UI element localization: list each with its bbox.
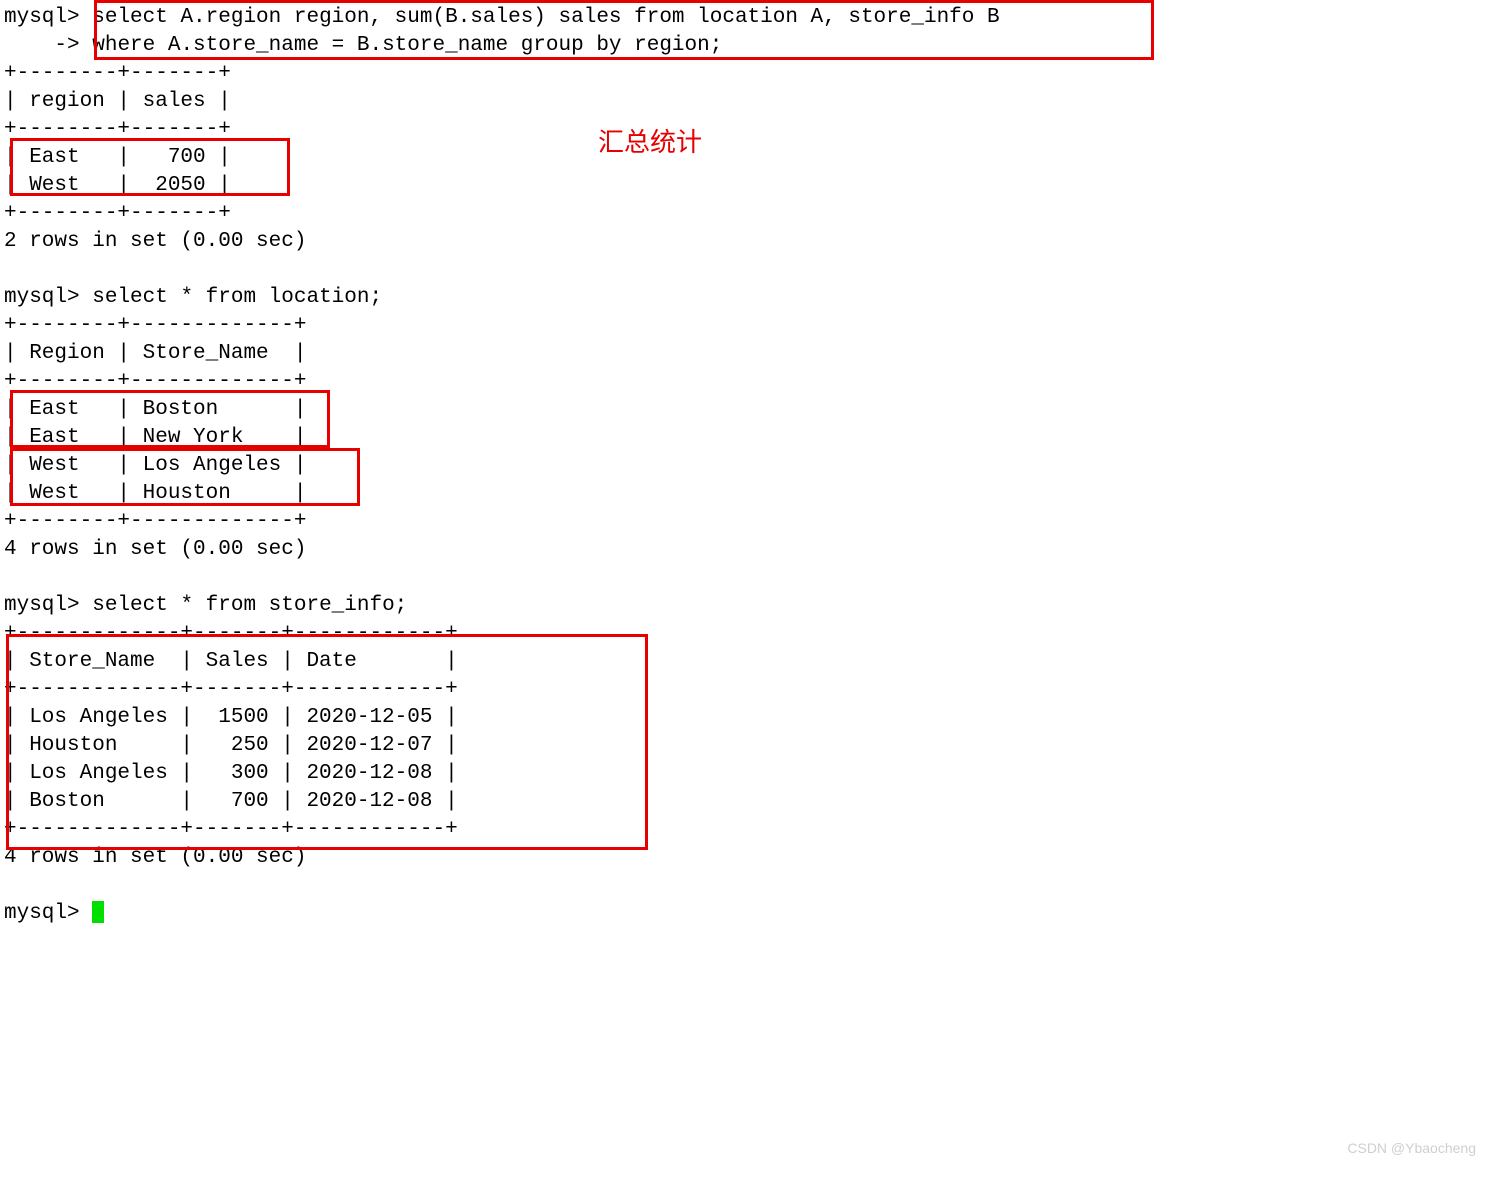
rows-footer: 2 rows in set (0.00 sec) [4, 230, 306, 253]
annotation-label: 汇总统计 [598, 128, 702, 156]
table-header: | region | sales | [4, 90, 231, 113]
watermark-text: CSDN @Ybaocheng [1347, 1134, 1476, 1162]
sql-query: select * from location; [92, 286, 382, 309]
table-header: | Region | Store_Name | [4, 342, 306, 365]
highlight-box [10, 138, 290, 196]
table-border: +--------+-------------+ [4, 510, 306, 533]
table-border: +--------+-------+ [4, 202, 231, 225]
cursor-icon[interactable] [92, 901, 104, 923]
mysql-prompt: mysql> [4, 6, 80, 29]
sql-query: select * from store_info; [92, 594, 407, 617]
highlight-box [10, 390, 330, 448]
highlight-box [10, 448, 360, 506]
highlight-box [94, 0, 1154, 60]
table-border: +--------+-------------+ [4, 314, 306, 337]
highlight-box [6, 634, 648, 850]
rows-footer: 4 rows in set (0.00 sec) [4, 538, 306, 561]
cont-prompt: -> [4, 34, 80, 57]
table-border: +--------+-------+ [4, 62, 231, 85]
mysql-prompt: mysql> [4, 286, 80, 309]
mysql-prompt: mysql> [4, 594, 80, 617]
mysql-prompt: mysql> [4, 902, 80, 925]
